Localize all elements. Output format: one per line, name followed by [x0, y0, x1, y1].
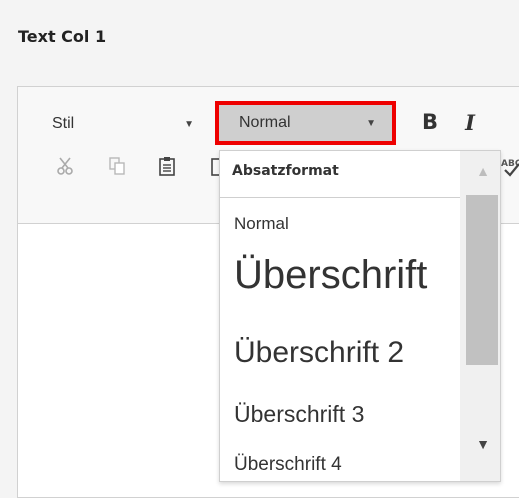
format-combo[interactable]: Normal ▼	[215, 101, 396, 145]
paragraph-format-dropdown: Absatzformat Normal Überschrift Überschr…	[219, 150, 501, 482]
format-option-heading-2[interactable]: Überschrift 2	[234, 336, 404, 370]
format-option-normal[interactable]: Normal	[234, 214, 289, 234]
dropdown-header: Absatzformat	[232, 163, 339, 179]
dropdown-scrollbar[interactable]: ▲ ▼	[460, 151, 500, 481]
cut-icon[interactable]	[52, 153, 78, 179]
scroll-down-icon[interactable]: ▼	[476, 436, 490, 452]
style-combo[interactable]: Stil ▼	[24, 107, 204, 141]
format-combo-label: Normal	[239, 114, 291, 131]
spellcheck-icon[interactable]: ABC	[501, 154, 519, 178]
format-option-heading-1[interactable]: Überschrift	[234, 253, 427, 298]
chevron-down-icon: ▼	[366, 118, 376, 129]
format-option-heading-4[interactable]: Überschrift 4	[234, 454, 342, 476]
paste-icon[interactable]	[154, 153, 180, 179]
copy-icon[interactable]	[104, 153, 130, 179]
scroll-up-icon[interactable]: ▲	[476, 163, 490, 179]
chevron-down-icon: ▼	[184, 119, 194, 130]
format-option-heading-3[interactable]: Überschrift 3	[234, 401, 364, 428]
italic-button[interactable]: I	[455, 107, 485, 137]
bold-button[interactable]: B	[415, 107, 445, 137]
divider	[220, 197, 500, 198]
scrollbar-thumb[interactable]	[466, 195, 498, 365]
style-combo-label: Stil	[52, 115, 75, 132]
field-label: Text Col 1	[18, 27, 107, 46]
